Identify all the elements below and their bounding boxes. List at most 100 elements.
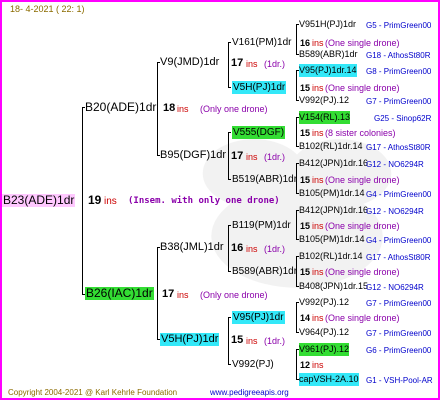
- queen-v5h-gen3[interactable]: V5H(PJ)1dr: [232, 81, 287, 94]
- connector: [228, 87, 231, 88]
- queen-v95-insem-count: 14: [300, 313, 311, 323]
- queen-gen4-14[interactable]: V964(PJ).12: [299, 326, 349, 339]
- connector: [228, 42, 229, 87]
- connector: [228, 132, 229, 179]
- connector: [296, 24, 297, 54]
- queen-gen4-13[interactable]: V992(PJ).12: [299, 296, 349, 309]
- queen-v555-note: (8 sister colonies): [325, 128, 396, 138]
- queen-gen4-8[interactable]: B105(PM)1dr.14: [299, 187, 365, 200]
- queen-v9-insem-unit: ins: [246, 59, 258, 69]
- queen-b589-insem-count: 15: [300, 267, 311, 277]
- connector: [228, 179, 231, 180]
- queen-gen4-9[interactable]: B412(JPN)1dr.16: [299, 204, 368, 217]
- connector: [296, 70, 297, 100]
- queen-gen4-7-ref: G12 - NO6294R: [366, 160, 424, 169]
- queen-gen4-16-ref: G1 - VSH-Pool-AR: [366, 376, 433, 385]
- queen-v992[interactable]: V992(PJ): [232, 358, 274, 371]
- queen-v161[interactable]: V161(PM)1dr: [232, 36, 291, 49]
- queen-gen4-8-ref: G4 - PrimGreen00: [366, 190, 432, 199]
- queen-b20-insem-unit: ins: [177, 104, 189, 114]
- queen-b20-note: (Only one drone): [200, 104, 268, 114]
- root-note: (Insem. with only one drone): [128, 196, 280, 206]
- queen-gen4-10[interactable]: B105(PM)1dr.14: [299, 233, 365, 246]
- connector: [228, 132, 231, 133]
- queen-b38[interactable]: B38(JML)1dr: [160, 241, 224, 254]
- queen-v95-insem-unit: ins: [312, 313, 324, 323]
- connector: [157, 62, 158, 155]
- queen-b26-insem-count: 17: [162, 288, 175, 300]
- root-insem-count: 19: [88, 193, 102, 207]
- queen-gen4-4[interactable]: V992(PJ).12: [299, 94, 349, 107]
- queen-v5h-gen2[interactable]: V5H(PJ)1dr: [160, 333, 220, 346]
- queen-b519-insem-unit: ins: [312, 175, 324, 185]
- queen-b95[interactable]: B95(DGF)1dr: [160, 149, 226, 162]
- connector: [228, 225, 231, 226]
- connector: [296, 349, 297, 379]
- connector: [296, 210, 297, 239]
- queen-gen4-6-ref: G17 - AthosSt80R: [366, 143, 431, 152]
- queen-b26[interactable]: B26(IAC)1dr: [85, 287, 154, 300]
- queen-gen4-4-ref: G7 - PrimGreen00: [366, 97, 432, 106]
- queen-gen4-6[interactable]: B102(RL)1dr.14: [299, 140, 363, 153]
- queen-gen4-11[interactable]: B102(RL)1dr.14: [299, 250, 363, 263]
- queen-b589[interactable]: B589(ABR)1dr: [232, 265, 297, 278]
- site-link[interactable]: www.pedigreeapis.org: [210, 386, 289, 398]
- queen-gen4-1[interactable]: V951H(PJ)1dr: [299, 18, 356, 31]
- queen-b95-note: (1dr.): [264, 152, 286, 162]
- connector: [228, 42, 231, 43]
- queen-b119-insem-unit: ins: [312, 221, 324, 231]
- queen-gen4-1-ref: G5 - PrimGreen00: [366, 21, 432, 30]
- queen-v95-note: (One single drone): [325, 313, 400, 323]
- pedigree-canvas: 18- 4-2021 ( 22: 1) B23(ADE)1dr 19 ins (…: [0, 0, 440, 400]
- queen-b589-note: (One single drone): [325, 267, 400, 277]
- connector: [228, 271, 231, 272]
- root-insem-unit: ins: [104, 196, 117, 207]
- queen-gen4-16[interactable]: capVSH-2A.10: [299, 373, 359, 386]
- queen-gen4-12[interactable]: B408(JPN)1dr.15: [299, 280, 368, 293]
- queen-b119-note: (One single drone): [325, 221, 400, 231]
- queen-gen4-15-ref: G6 - PrimGreen00: [366, 346, 432, 355]
- connector: [82, 107, 83, 294]
- queen-gen4-13-ref: G7 - PrimGreen00: [366, 299, 432, 308]
- queen-gen4-5-ref: G25 - Sinop62R: [374, 114, 432, 123]
- queen-gen4-11-ref: G17 - AthosSt80R: [366, 253, 431, 262]
- queen-b519-insem-count: 15: [300, 175, 311, 185]
- queen-b20[interactable]: B20(ADE)1dr: [85, 101, 156, 114]
- queen-gen4-15[interactable]: V961(PJ).12: [299, 343, 350, 356]
- date-stamp: 18- 4-2021 ( 22: 1): [10, 4, 85, 14]
- queen-b26-note: (Only one drone): [200, 290, 268, 300]
- queen-gen4-3[interactable]: V95(PJ)1dr.14: [299, 64, 357, 77]
- queen-b589-insem-unit: ins: [312, 267, 324, 277]
- queen-gen4-12-ref: G12 - NO6294R: [366, 283, 424, 292]
- queen-b38-note: (1dr.): [264, 244, 286, 254]
- queen-v95[interactable]: V95(PJ)1dr: [232, 311, 285, 324]
- queen-v9[interactable]: V9(JMD)1dr: [160, 56, 219, 69]
- queen-gen4-7[interactable]: B412(JPN)1dr.16: [299, 157, 368, 170]
- queen-b95-insem-unit: ins: [246, 152, 258, 162]
- queen-gen4-5[interactable]: V154(RL).13: [299, 111, 351, 124]
- queen-b38-insem-count: 16: [231, 242, 244, 254]
- queen-v9-note: (1dr.): [264, 59, 286, 69]
- queen-gen4-2[interactable]: B589(ABR)1dr: [299, 48, 358, 61]
- queen-v555-insem-unit: ins: [312, 128, 324, 138]
- queen-gen4-2-ref: G18 - AthosSt80R: [366, 51, 431, 60]
- root-queen[interactable]: B23(ADE)1dr: [2, 194, 76, 207]
- queen-gen4-10-ref: G4 - PrimGreen00: [366, 236, 432, 245]
- connector: [296, 117, 297, 146]
- queen-v555-insem-count: 15: [300, 128, 311, 138]
- queen-b519-note: (One single drone): [325, 175, 400, 185]
- queen-b95-insem-count: 17: [231, 150, 244, 162]
- queen-v9-insem-count: 17: [231, 57, 244, 69]
- connector: [228, 317, 231, 318]
- queen-v992-insem-unit: ins: [312, 360, 324, 370]
- queen-v555[interactable]: V555(DGF): [232, 126, 286, 139]
- queen-v5h-gen2-insem-count: 15: [231, 334, 244, 346]
- queen-gen4-3-ref: G8 - PrimGreen00: [366, 67, 432, 76]
- queen-b119[interactable]: B119(PM)1dr: [232, 219, 291, 232]
- connector: [228, 364, 231, 365]
- queen-v992-insem-count: 12: [300, 360, 311, 370]
- copyright-text: Copyright 2004-2021 @ Karl Kehrle Founda…: [8, 388, 178, 397]
- queen-b20-insem-count: 18: [163, 102, 176, 114]
- queen-v5h-gen2-note: (1dr.): [264, 336, 286, 346]
- queen-b519[interactable]: B519(ABR)1dr: [232, 173, 297, 186]
